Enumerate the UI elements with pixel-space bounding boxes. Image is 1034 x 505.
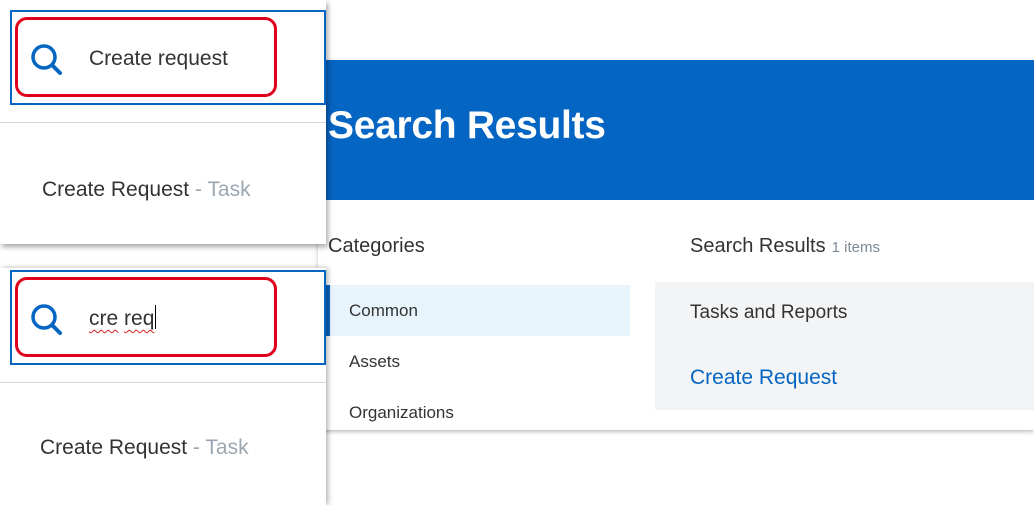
typed-word-2: req bbox=[124, 307, 155, 330]
page-title: Search Results bbox=[328, 104, 606, 147]
search-input-typed[interactable]: cre req bbox=[89, 305, 157, 331]
category-item-organizations[interactable]: Organizations bbox=[326, 387, 630, 424]
page-header: Search Results bbox=[318, 60, 1034, 200]
search-field[interactable]: cre req bbox=[10, 270, 326, 365]
suggestion-separator: - bbox=[187, 436, 206, 459]
typed-word-1: cre bbox=[89, 307, 119, 330]
results-group: Tasks and Reports Create Request bbox=[655, 282, 1034, 410]
suggestion-type: Task bbox=[205, 436, 249, 459]
suggestion-create-request-task[interactable]: Create Request - Task bbox=[40, 436, 249, 460]
text-caret bbox=[155, 305, 157, 329]
suggestion-create-request-task[interactable]: Create Request - Task bbox=[42, 178, 251, 202]
suggestion-type: Task bbox=[207, 178, 251, 201]
search-results-panel: Search Results Categories Common Assets … bbox=[318, 60, 1034, 430]
results-heading-line: Search Results 1 items bbox=[690, 235, 880, 258]
suggestion-name: Create Request bbox=[42, 178, 190, 201]
search-icon bbox=[31, 304, 62, 335]
categories-heading: Categories bbox=[328, 235, 425, 257]
suggestion-name: Create Request bbox=[40, 436, 188, 459]
category-item-common[interactable]: Common bbox=[326, 285, 630, 336]
search-field[interactable] bbox=[10, 10, 326, 105]
suggestion-separator: - bbox=[189, 178, 208, 201]
search-input[interactable] bbox=[89, 42, 269, 76]
category-item-assets[interactable]: Assets bbox=[326, 336, 630, 387]
divider bbox=[0, 122, 326, 123]
search-dropdown-1: Create Request - Task bbox=[0, 0, 326, 244]
results-heading: Search Results bbox=[690, 235, 826, 257]
search-dropdown-2: cre req Create Request - Task bbox=[0, 268, 326, 505]
group-heading-tasks-and-reports: Tasks and Reports bbox=[690, 302, 848, 323]
category-list: Common Assets Organizations bbox=[326, 285, 630, 424]
search-icon bbox=[31, 44, 62, 75]
result-link-create-request[interactable]: Create Request bbox=[690, 366, 837, 390]
divider bbox=[0, 382, 326, 383]
results-count: 1 items bbox=[831, 239, 880, 256]
